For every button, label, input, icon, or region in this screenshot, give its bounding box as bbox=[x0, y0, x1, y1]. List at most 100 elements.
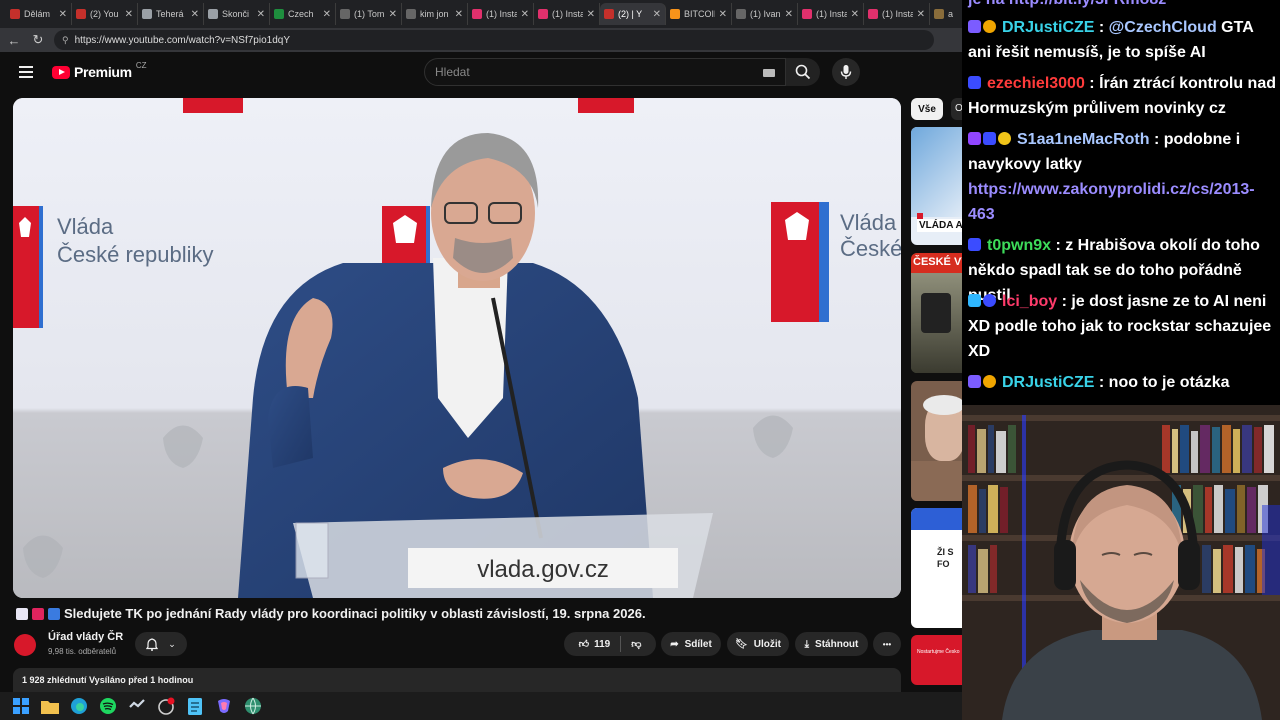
chip-all[interactable]: Vše bbox=[911, 98, 943, 120]
search-input[interactable]: Hledat bbox=[424, 58, 786, 86]
tab-close-icon[interactable]: ✕ bbox=[587, 9, 595, 20]
network-globe-icon[interactable] bbox=[244, 697, 262, 715]
chat-username[interactable]: DRJustiCZE bbox=[1002, 374, 1094, 391]
browser-tab[interactable]: Teherá ✕ bbox=[138, 3, 204, 25]
chat-separator: : bbox=[1051, 237, 1066, 254]
back-arrow-icon[interactable]: ← bbox=[6, 32, 22, 48]
download-icon: ⤓ bbox=[804, 638, 810, 650]
chat-badge-icon bbox=[983, 132, 996, 145]
tab-close-icon[interactable]: ✕ bbox=[125, 9, 133, 20]
chat-username[interactable]: DRJustiCZE bbox=[1002, 19, 1094, 36]
like-count: 119 bbox=[594, 638, 611, 650]
notification-bell-button[interactable]: ⌄ bbox=[135, 632, 187, 656]
tab-close-icon[interactable]: ✕ bbox=[389, 9, 397, 20]
chip-second[interactable]: O bbox=[951, 98, 962, 120]
recommended-thumbnail-5[interactable]: Nostartujme Česko bbox=[911, 635, 962, 685]
chat-username[interactable]: lci_boy bbox=[1002, 293, 1057, 310]
webcam-frame bbox=[962, 405, 1280, 720]
voice-search-button[interactable] bbox=[832, 58, 860, 86]
chat-badge-icon bbox=[968, 132, 981, 145]
tab-close-icon[interactable]: ✕ bbox=[851, 9, 859, 20]
youtube-premium-logo[interactable]: Premium CZ bbox=[52, 61, 146, 80]
screen: Dělám ✕ (2) You ✕ Teherá ✕ Skonči ✕ Czech ✕ (1) To… bbox=[0, 0, 1280, 720]
channel-name[interactable]: Úřad vlády ČR bbox=[48, 631, 123, 643]
tab-close-icon[interactable]: ✕ bbox=[191, 9, 199, 20]
url-field[interactable]: ⚲ https://www.youtube.com/watch?v=NSf7pi… bbox=[54, 30, 934, 50]
chat-mention[interactable]: @CzechCloud bbox=[1109, 19, 1217, 36]
tab-close-icon[interactable]: ✕ bbox=[653, 9, 661, 20]
browser-tab[interactable]: (1) Tom ✕ bbox=[336, 3, 402, 25]
windows-start-icon[interactable] bbox=[12, 697, 30, 715]
channel-avatar[interactable] bbox=[14, 634, 36, 656]
share-button[interactable]: ➦ Sdílet bbox=[661, 632, 721, 656]
browser-tab[interactable]: (2) You ✕ bbox=[72, 3, 138, 25]
browser-tab[interactable]: (1) Insta ✕ bbox=[468, 3, 534, 25]
tab-favicon-icon bbox=[76, 9, 86, 19]
browser-tab[interactable]: Skonči ✕ bbox=[204, 3, 270, 25]
browser-tab[interactable]: a✕ bbox=[930, 3, 962, 25]
like-button[interactable]: 👍︎ 119 bbox=[579, 638, 611, 651]
search-button[interactable] bbox=[786, 58, 820, 86]
chat-link[interactable]: https://www.zakonyprolidi.cz/cs/2013-463 bbox=[968, 181, 1255, 223]
tab-favicon-icon bbox=[142, 9, 152, 19]
thumb2-text: ČESKÉ VY bbox=[913, 256, 962, 268]
tab-title: (1) Tom bbox=[354, 9, 385, 19]
more-actions-button[interactable]: ••• bbox=[873, 632, 901, 656]
browser-tab[interactable]: Czech ✕ bbox=[270, 3, 336, 25]
recommended-thumbnail-2[interactable]: ČESKÉ VY bbox=[911, 253, 962, 373]
copilot-icon[interactable] bbox=[215, 697, 233, 715]
chat-badge-icon bbox=[968, 20, 981, 33]
spotify-icon[interactable] bbox=[99, 697, 117, 715]
hamburger-menu-icon[interactable] bbox=[19, 66, 33, 78]
chat-username[interactable]: S1aa1neMacRoth bbox=[1017, 131, 1150, 148]
file-explorer-icon[interactable] bbox=[41, 697, 59, 715]
recommended-thumbnail-4[interactable]: ŽI S FO bbox=[911, 508, 962, 628]
chat-badge-icon bbox=[968, 238, 981, 251]
download-button[interactable]: ⤓ Stáhnout bbox=[795, 632, 868, 656]
tab-close-icon[interactable]: ✕ bbox=[455, 9, 463, 20]
site-info-icon[interactable]: ⚲ bbox=[62, 35, 69, 46]
tab-close-icon[interactable]: ✕ bbox=[719, 9, 727, 20]
chat-partial-text: je na http://bit.ly/3FRmo8z bbox=[968, 0, 1166, 8]
tab-favicon-icon bbox=[406, 9, 416, 19]
browser-tab[interactable]: (1) Insta ✕ bbox=[864, 3, 930, 25]
browser-tab[interactable]: kim jon ✕ bbox=[402, 3, 468, 25]
keyboard-icon[interactable] bbox=[763, 69, 775, 77]
tab-close-icon[interactable]: ✕ bbox=[257, 9, 265, 20]
browser-tab[interactable]: BITCOIN ✕ bbox=[666, 3, 732, 25]
tab-close-icon[interactable]: ✕ bbox=[323, 9, 331, 20]
thumbs-down-icon[interactable]: 👎︎ bbox=[631, 638, 641, 650]
chat-badge-icon bbox=[983, 20, 996, 33]
browser-tab[interactable]: (2) | Y ✕ bbox=[600, 3, 666, 25]
recommended-thumbnail-3[interactable] bbox=[911, 381, 962, 501]
save-button[interactable]: 🔖︎ Uložit bbox=[727, 632, 789, 656]
steam-icon[interactable] bbox=[128, 697, 146, 715]
browser-tab[interactable]: Dělám ✕ bbox=[6, 3, 72, 25]
browser-tab[interactable]: (1) Ivan ✕ bbox=[732, 3, 798, 25]
chat-username[interactable]: ezechiel3000 bbox=[987, 75, 1085, 92]
search-placeholder: Hledat bbox=[435, 65, 470, 79]
description-box[interactable]: 1 928 zhlédnutí Vysíláno před 1 hodinou bbox=[13, 668, 901, 692]
tab-title: (1) Insta bbox=[486, 9, 517, 19]
tab-close-icon[interactable]: ✕ bbox=[917, 9, 925, 20]
notepad-icon[interactable] bbox=[186, 697, 204, 715]
edge-browser-icon[interactable] bbox=[70, 697, 88, 715]
reload-icon[interactable]: ↻ bbox=[30, 32, 46, 48]
tab-title: (1) Insta bbox=[882, 9, 913, 19]
browser-tab[interactable]: (1) Insta ✕ bbox=[534, 3, 600, 25]
browser-tab[interactable]: (1) Insta ✕ bbox=[798, 3, 864, 25]
sign-line1-right: Vláda bbox=[840, 210, 897, 235]
tab-title: a bbox=[948, 9, 954, 19]
tab-close-icon[interactable]: ✕ bbox=[785, 9, 793, 20]
discord-icon[interactable] bbox=[157, 697, 175, 715]
tab-close-icon[interactable]: ✕ bbox=[59, 9, 67, 20]
recommended-thumbnail-1[interactable]: VLÁDA A bbox=[911, 127, 962, 245]
blue-square-icon bbox=[48, 607, 60, 620]
chat-username[interactable]: t0pwn9x bbox=[987, 237, 1051, 254]
video-player[interactable]: Vláda České republiky Vláda České republ… bbox=[13, 98, 901, 598]
chat-badge-icon bbox=[968, 294, 981, 307]
chat-separator: : bbox=[1084, 75, 1100, 92]
tab-favicon-icon bbox=[604, 9, 614, 19]
thumb5-text: Nostartujme Česko bbox=[917, 649, 960, 655]
tab-close-icon[interactable]: ✕ bbox=[521, 9, 529, 20]
